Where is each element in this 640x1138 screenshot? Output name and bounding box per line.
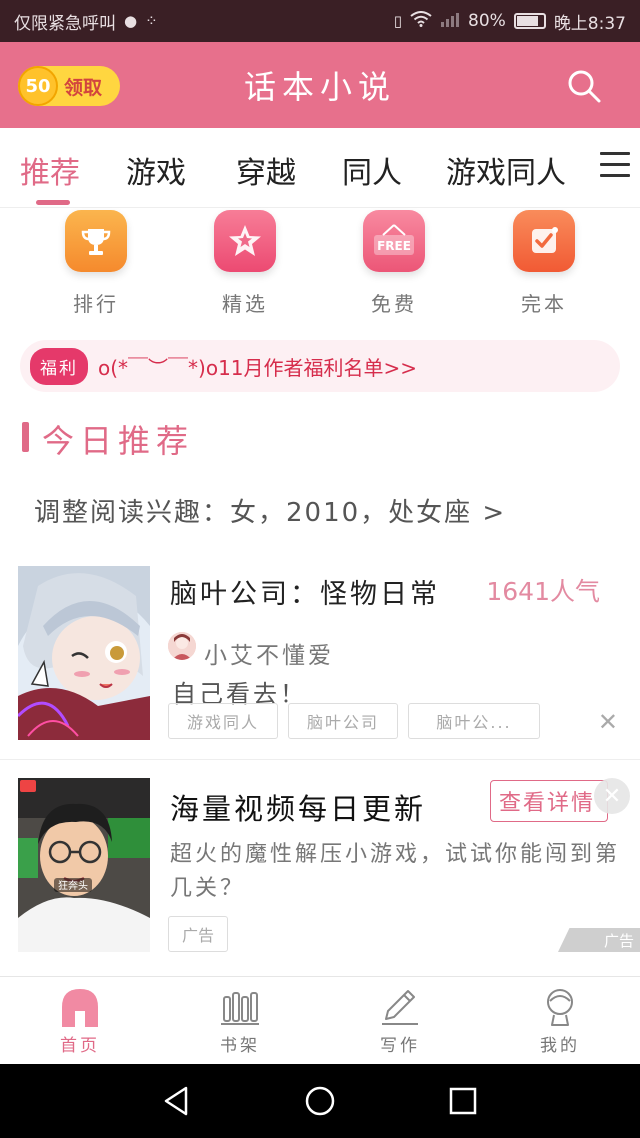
profile-icon bbox=[538, 985, 582, 1027]
tab-game[interactable]: 游戏 bbox=[126, 148, 186, 192]
tab-fanfic[interactable]: 同人 bbox=[342, 148, 402, 192]
app-header: 50 领取 话本小说 bbox=[0, 42, 640, 128]
author-name[interactable]: 小艾不懂爱 bbox=[204, 636, 334, 670]
adjust-interest-link[interactable]: 调整阅读兴趣：女，2010，处女座 > bbox=[34, 492, 506, 529]
recent-apps-icon[interactable] bbox=[446, 1084, 480, 1118]
home-circle-icon[interactable] bbox=[303, 1084, 337, 1118]
menu-icon[interactable] bbox=[600, 152, 630, 182]
pencil-icon bbox=[378, 985, 422, 1027]
svg-text:FREE: FREE bbox=[377, 239, 411, 253]
ad-title[interactable]: 海量视频每日更新 bbox=[170, 786, 426, 828]
battery-percent: 80% bbox=[468, 11, 506, 31]
coin-icon: 50 bbox=[18, 66, 58, 106]
book-popularity: 1641人气 bbox=[486, 577, 600, 606]
nav-bookshelf[interactable]: 书架 bbox=[200, 985, 280, 1056]
ad-tag: 广告 bbox=[168, 916, 228, 952]
ad-close-icon[interactable]: ✕ bbox=[594, 778, 630, 814]
battery-icon bbox=[513, 13, 546, 29]
grid-dots-icon: ⁘ bbox=[145, 12, 158, 30]
nav-home[interactable]: 首页 bbox=[40, 985, 120, 1056]
section-title: 今日推荐 bbox=[42, 422, 195, 460]
quick-entry-featured[interactable]: 精选 bbox=[195, 210, 295, 317]
vibrate-icon: ▯ bbox=[393, 12, 403, 30]
book-title[interactable]: 脑叶公司：怪物日常 bbox=[170, 572, 440, 611]
home-icon bbox=[58, 985, 102, 1027]
star-icon bbox=[214, 210, 276, 272]
card-divider bbox=[0, 759, 640, 760]
bookshelf-icon bbox=[218, 985, 262, 1027]
quick-entry-label: 排行 bbox=[73, 292, 119, 316]
ad-image-caption: 狂奔头 bbox=[58, 879, 88, 892]
tab-recommend[interactable]: 推荐 bbox=[20, 148, 80, 192]
claim-label: 领取 bbox=[64, 76, 103, 99]
status-bar: 仅限紧急呼叫 ● ⁘ ▯ 80% 晚上8:37 bbox=[0, 0, 640, 42]
notification-dot-icon: ● bbox=[124, 12, 138, 30]
bottom-navigation: 首页 书架 写作 我的 bbox=[0, 976, 640, 1064]
quick-entry-free[interactable]: FREE 免费 bbox=[344, 210, 444, 317]
book-tag[interactable]: 游戏同人 bbox=[168, 703, 278, 739]
nav-write[interactable]: 写作 bbox=[360, 985, 440, 1056]
coin-count: 50 bbox=[25, 75, 51, 97]
claim-coins-button[interactable]: 50 领取 bbox=[18, 66, 120, 106]
nav-label: 首页 bbox=[60, 1036, 100, 1056]
search-icon[interactable] bbox=[566, 68, 602, 104]
check-badge-icon bbox=[513, 210, 575, 272]
ad-watermark: 广告 bbox=[558, 928, 640, 952]
quick-entry-label: 完本 bbox=[521, 292, 567, 316]
ad-description: 超火的魔性解压小游戏，试试你能闯到第几关？ bbox=[170, 842, 621, 901]
welfare-notice-banner[interactable]: 福利 o(*￣︶￣*)o11月作者福利名单>> bbox=[20, 340, 620, 392]
nav-label: 写作 bbox=[380, 1036, 420, 1056]
tab-time-travel[interactable]: 穿越 bbox=[236, 148, 296, 192]
nav-label: 书架 bbox=[220, 1036, 260, 1056]
nav-label: 我的 bbox=[540, 1036, 580, 1056]
carrier-text: 仅限紧急呼叫 bbox=[14, 13, 116, 34]
system-navigation-bar bbox=[0, 1064, 640, 1138]
dismiss-close-icon[interactable]: ✕ bbox=[598, 708, 618, 736]
app-title: 话本小说 bbox=[243, 68, 396, 106]
ad-thumbnail-image[interactable]: 狂奔头 bbox=[18, 778, 150, 952]
back-icon[interactable] bbox=[160, 1084, 194, 1118]
clock: 晚上8:37 bbox=[553, 13, 626, 34]
category-tabs: 推荐 游戏 穿越 同人 游戏同人 bbox=[0, 128, 640, 208]
trophy-icon bbox=[65, 210, 127, 272]
section-marker bbox=[22, 422, 29, 452]
welfare-tag: 福利 bbox=[30, 347, 88, 385]
signal-icon bbox=[440, 11, 460, 31]
free-sign-icon: FREE bbox=[363, 210, 425, 272]
quick-entry-completed[interactable]: 完本 bbox=[494, 210, 594, 317]
book-tag[interactable]: 脑叶公... bbox=[408, 703, 540, 739]
notice-text: o(*￣︶￣*)o11月作者福利名单>> bbox=[98, 355, 418, 380]
wifi-icon bbox=[410, 11, 432, 31]
quick-entry-label: 免费 bbox=[371, 292, 417, 316]
tab-game-fanfic[interactable]: 游戏同人 bbox=[446, 148, 566, 192]
view-details-button[interactable]: 查看详情 bbox=[490, 780, 608, 822]
author-avatar[interactable] bbox=[168, 632, 196, 660]
quick-entry-label: 精选 bbox=[222, 292, 268, 316]
active-tab-indicator bbox=[36, 200, 70, 205]
quick-entry-ranking[interactable]: 排行 bbox=[46, 210, 146, 317]
nav-profile[interactable]: 我的 bbox=[520, 985, 600, 1056]
book-cover-image[interactable] bbox=[18, 566, 150, 740]
book-tag[interactable]: 脑叶公司 bbox=[288, 703, 398, 739]
